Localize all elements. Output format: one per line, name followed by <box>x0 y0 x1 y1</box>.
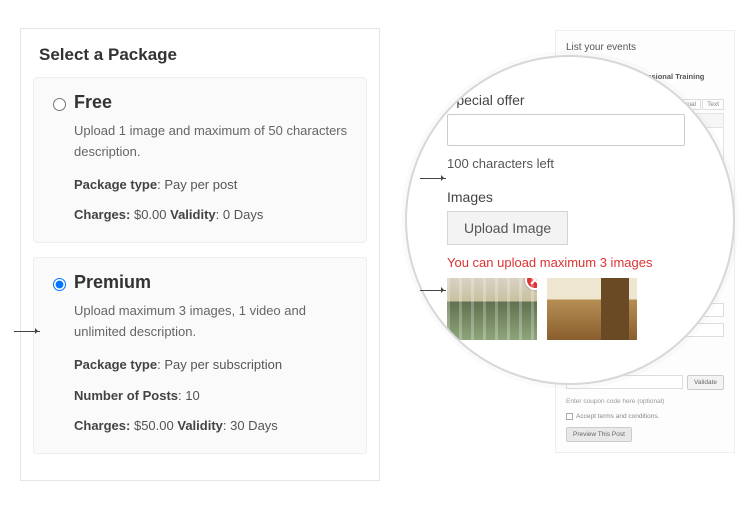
bg-terms-label: Accept terms and conditions. <box>576 412 659 421</box>
upload-error-message: You can upload maximum 3 images <box>447 255 707 270</box>
package-type-row: Package type: Pay per post <box>74 175 350 196</box>
package-premium[interactable]: Premium Upload maximum 3 images, 1 video… <box>33 257 367 454</box>
special-offer-label: Special offer <box>447 92 707 108</box>
package-posts-row: Number of Posts: 10 <box>74 386 350 407</box>
bg-preview-button: Preview This Post <box>566 427 632 442</box>
special-offer-input[interactable] <box>447 114 685 146</box>
package-premium-radio[interactable] <box>53 278 66 291</box>
images-label: Images <box>447 189 707 205</box>
image-thumbnail[interactable] <box>447 278 537 340</box>
bg-coupon-hint: Enter coupon code here (optional) <box>566 397 724 406</box>
package-free[interactable]: Free Upload 1 image and maximum of 50 ch… <box>33 77 367 243</box>
bg-title: List your events <box>566 41 724 55</box>
bg-terms-checkbox <box>566 413 573 420</box>
magnifier-lens: Special offer 100 characters left Images… <box>405 55 735 385</box>
bg-validate-button: Validate <box>687 375 724 390</box>
card-heading: Select a Package <box>33 37 367 77</box>
package-selection-card: Select a Package Free Upload 1 image and… <box>20 28 380 481</box>
chars-left-hint: 100 characters left <box>447 156 707 171</box>
image-thumbnail[interactable] <box>547 278 637 340</box>
delete-image-icon[interactable] <box>525 278 537 290</box>
upload-image-button[interactable]: Upload Image <box>447 211 568 245</box>
package-description: Upload maximum 3 images, 1 video and unl… <box>74 301 350 343</box>
package-title: Free <box>74 92 350 113</box>
pointer-arrow-icon <box>420 290 446 291</box>
package-type-row: Package type: Pay per subscription <box>74 355 350 376</box>
package-free-radio[interactable] <box>53 98 66 111</box>
package-description: Upload 1 image and maximum of 50 charact… <box>74 121 350 163</box>
pointer-arrow-icon <box>420 178 446 179</box>
pointer-arrow-icon <box>14 331 40 332</box>
package-title: Premium <box>74 272 350 293</box>
package-price-row: Charges: $50.00 Validity: 30 Days <box>74 416 350 437</box>
package-price-row: Charges: $0.00 Validity: 0 Days <box>74 205 350 226</box>
